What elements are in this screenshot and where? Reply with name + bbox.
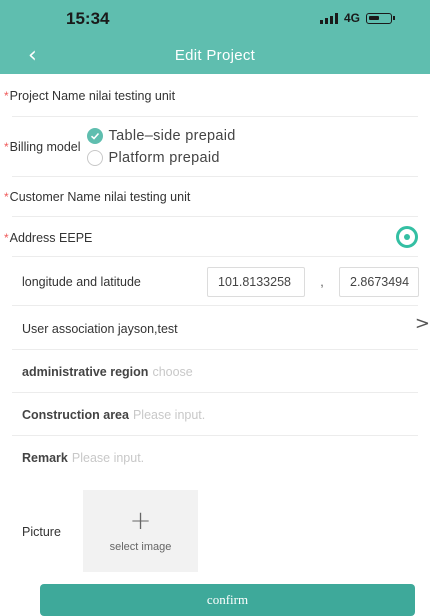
project-name-label: Project Name bbox=[9, 89, 86, 103]
plus-icon: + bbox=[129, 506, 152, 536]
confirm-button[interactable]: confirm bbox=[40, 584, 415, 616]
remark-row[interactable]: Remark Please input. bbox=[0, 448, 430, 468]
status-indicators: 4G bbox=[319, 11, 395, 25]
user-association-label: User association bbox=[22, 322, 115, 336]
picture-row: Picture bbox=[0, 522, 80, 542]
select-image-button[interactable]: + select image bbox=[83, 490, 198, 572]
longitude-input[interactable]: 101.8133258 bbox=[207, 267, 305, 297]
divider bbox=[12, 176, 418, 177]
option-table-side-prepaid[interactable]: Table–side prepaid bbox=[86, 128, 236, 144]
address-row[interactable]: * Address EEPE bbox=[0, 226, 430, 248]
address-value[interactable]: EEPE bbox=[59, 231, 92, 245]
coordinates-label: longitude and latitude bbox=[22, 275, 141, 289]
divider bbox=[12, 116, 418, 117]
construction-area-input[interactable]: Please input. bbox=[133, 408, 205, 422]
billing-model-label: Billing model bbox=[9, 140, 81, 154]
divider bbox=[12, 216, 418, 217]
divider bbox=[12, 305, 418, 306]
status-bar: 15:34 4G bbox=[0, 0, 430, 38]
billing-model-row: * Billing model Table–side prepaid Platf… bbox=[0, 125, 430, 169]
picture-label: Picture bbox=[22, 525, 61, 539]
option-platform-prepaid[interactable]: Platform prepaid bbox=[86, 150, 236, 166]
select-image-label: select image bbox=[109, 541, 172, 553]
remark-input[interactable]: Please input. bbox=[72, 451, 144, 465]
administrative-region-label: administrative region bbox=[22, 365, 149, 379]
customer-name-row[interactable]: * Customer Name nilai testing unit bbox=[0, 187, 430, 207]
project-name-row[interactable]: * Project Name nilai testing unit bbox=[0, 86, 430, 106]
option-label: Table–side prepaid bbox=[108, 128, 236, 144]
project-name-value[interactable]: nilai testing unit bbox=[89, 89, 175, 103]
latitude-input[interactable]: 2.8673494 bbox=[339, 267, 419, 297]
radio-icon bbox=[86, 150, 103, 166]
nav-bar: ‹ Edit Project bbox=[0, 38, 430, 74]
option-label: Platform prepaid bbox=[108, 150, 220, 166]
required-marker: * bbox=[4, 190, 9, 204]
customer-name-label: Customer Name bbox=[9, 190, 101, 204]
coordinates-row: longitude and latitude 101.8133258 , 2.8… bbox=[0, 266, 430, 298]
chevron-right-icon: > bbox=[414, 313, 430, 334]
divider bbox=[12, 435, 418, 436]
billing-model-options: Table–side prepaid Platform prepaid bbox=[86, 128, 236, 166]
customer-name-value[interactable]: nilai testing unit bbox=[104, 190, 190, 204]
required-marker: * bbox=[4, 89, 9, 103]
required-marker: * bbox=[4, 140, 9, 154]
divider bbox=[12, 392, 418, 393]
coordinate-separator: , bbox=[320, 275, 324, 289]
check-icon bbox=[86, 128, 103, 144]
page-title: Edit Project bbox=[174, 47, 256, 64]
address-label: Address bbox=[9, 231, 56, 245]
status-time: 15:34 bbox=[66, 9, 110, 28]
remark-label: Remark bbox=[22, 451, 68, 465]
divider bbox=[12, 349, 418, 350]
network-label: 4G bbox=[343, 11, 360, 25]
user-association-row[interactable]: User association jayson,test > bbox=[0, 313, 430, 339]
signal-icon bbox=[319, 12, 338, 24]
construction-area-label: Construction area bbox=[22, 408, 129, 422]
administrative-region-select[interactable]: choose bbox=[152, 365, 192, 379]
battery-icon bbox=[366, 12, 395, 24]
administrative-region-row[interactable]: administrative region choose bbox=[0, 362, 430, 382]
user-association-value: jayson,test bbox=[117, 322, 178, 336]
required-marker: * bbox=[4, 231, 9, 245]
location-pin-icon[interactable] bbox=[396, 226, 418, 248]
construction-area-row[interactable]: Construction area Please input. bbox=[0, 405, 430, 425]
divider bbox=[12, 256, 418, 257]
